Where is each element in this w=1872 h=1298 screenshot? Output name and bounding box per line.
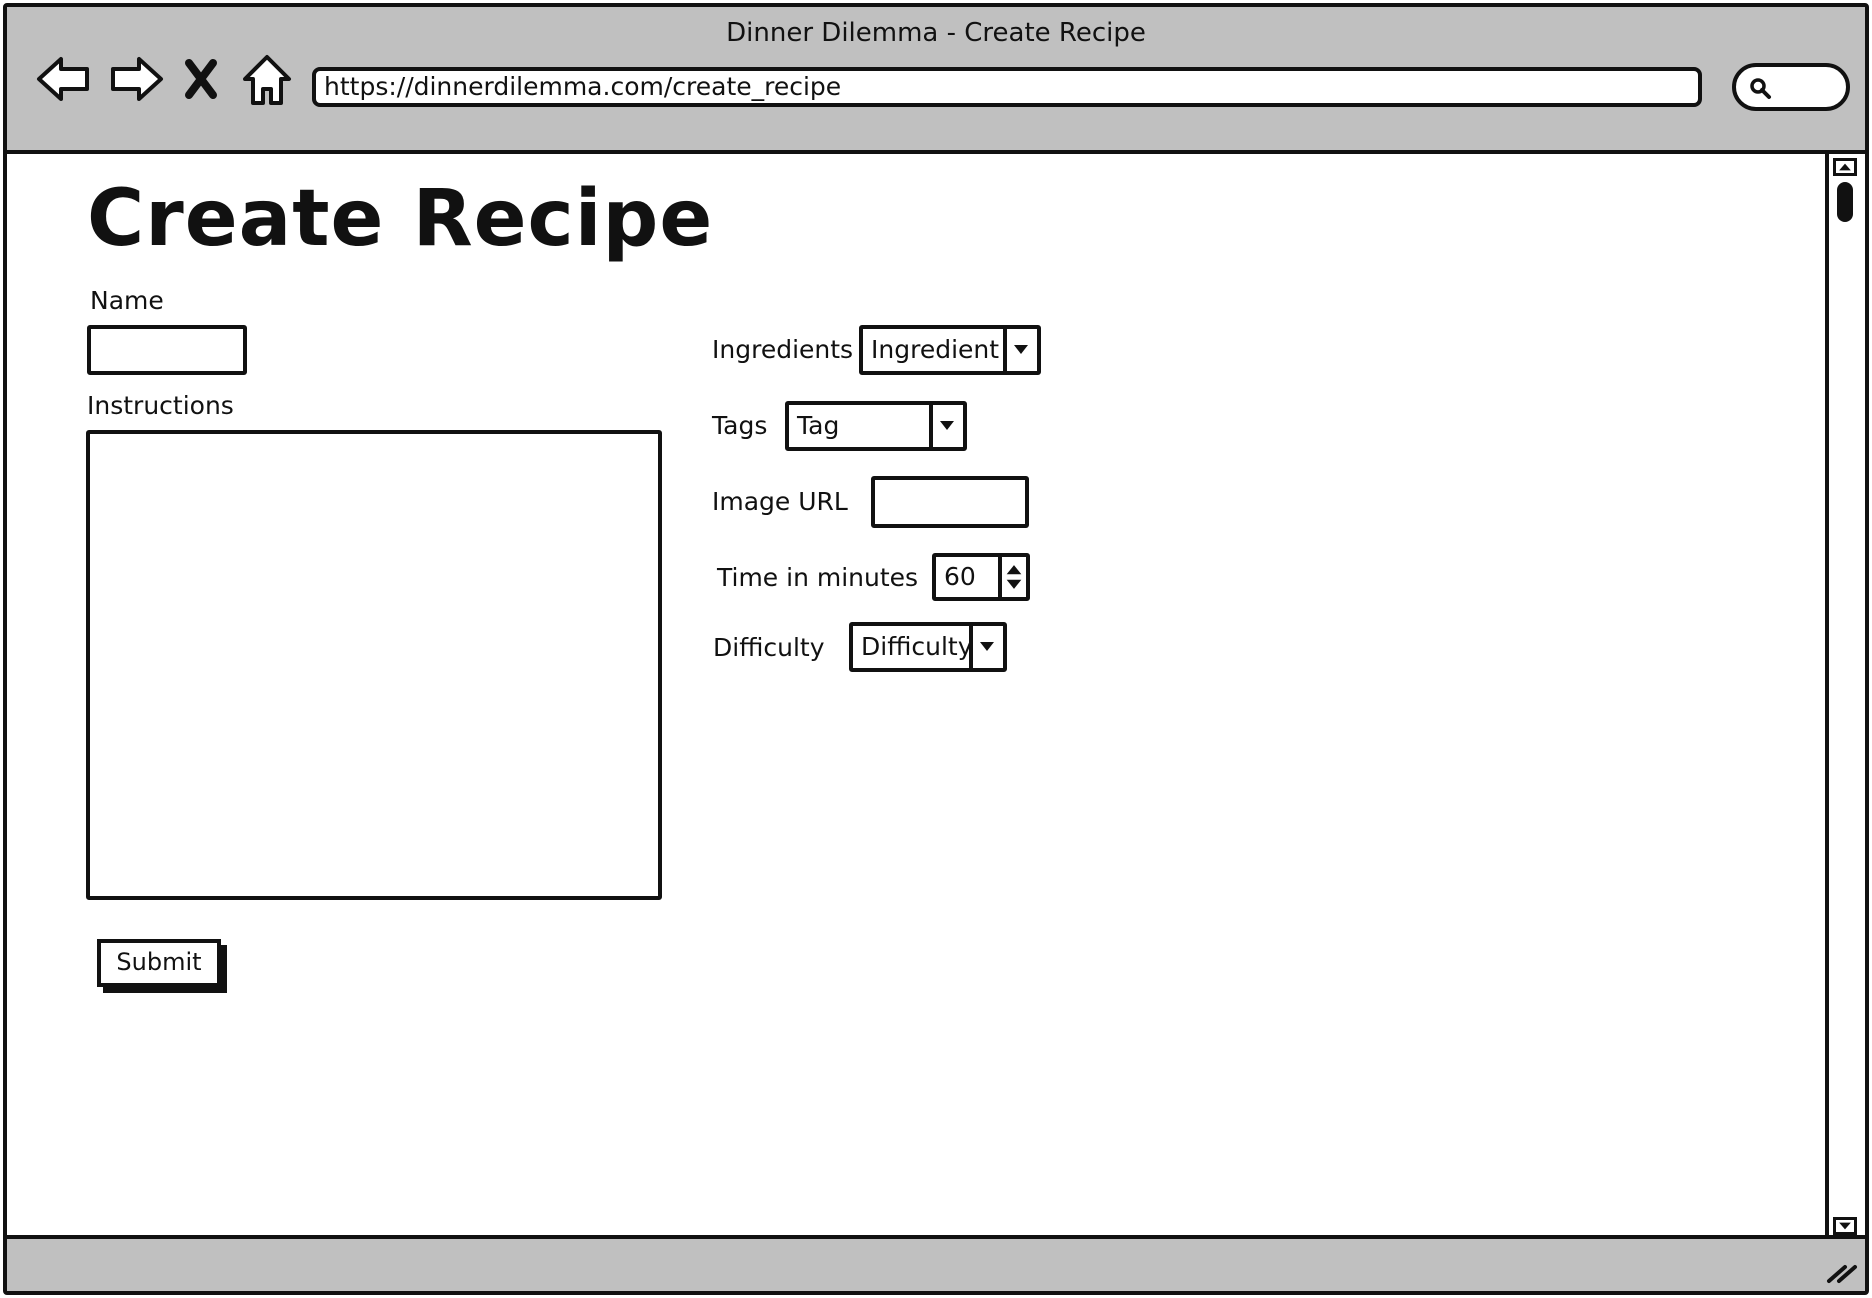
submit-button[interactable]: Submit bbox=[97, 939, 221, 987]
ingredients-label: Ingredients bbox=[712, 335, 854, 364]
difficulty-label: Difficulty bbox=[713, 633, 825, 662]
difficulty-select[interactable]: Difficulty bbox=[849, 622, 1007, 672]
search-icon bbox=[1750, 78, 1771, 99]
chevron-down-icon bbox=[940, 421, 954, 430]
increment-arrow-icon[interactable] bbox=[1006, 565, 1022, 575]
window-title: Dinner Dilemma - Create Recipe bbox=[726, 18, 1146, 48]
tags-selected-value: Tag bbox=[797, 411, 840, 440]
time-stepper-buttons[interactable] bbox=[998, 557, 1026, 597]
browser-window: Dinner Dilemma - Create Recipe https://d… bbox=[3, 3, 1869, 1295]
status-bar bbox=[7, 1235, 1865, 1291]
tags-dropdown-button[interactable] bbox=[929, 405, 963, 447]
instructions-textarea[interactable] bbox=[86, 430, 662, 900]
image-url-label: Image URL bbox=[712, 487, 848, 516]
time-stepper[interactable]: 60 bbox=[932, 553, 1030, 601]
instructions-label: Instructions bbox=[87, 391, 234, 420]
page-content: Create Recipe Name Instructions Submit I… bbox=[7, 154, 1825, 1239]
tags-label: Tags bbox=[712, 411, 768, 440]
scroll-up-button[interactable] bbox=[1833, 158, 1857, 176]
image-url-input[interactable] bbox=[871, 476, 1029, 528]
resize-grip-icon[interactable] bbox=[1823, 1255, 1859, 1285]
address-bar[interactable]: https://dinnerdilemma.com/create_recipe bbox=[312, 67, 1702, 107]
ingredients-select[interactable]: Ingredient bbox=[859, 325, 1041, 375]
close-icon[interactable] bbox=[179, 49, 223, 109]
back-arrow-icon[interactable] bbox=[33, 49, 93, 109]
difficulty-selected-value: Difficulty bbox=[861, 632, 973, 661]
chevron-down-icon bbox=[980, 642, 994, 651]
ingredients-dropdown-button[interactable] bbox=[1003, 329, 1037, 371]
name-input[interactable] bbox=[87, 325, 247, 375]
home-icon[interactable] bbox=[237, 49, 297, 109]
decrement-arrow-icon[interactable] bbox=[1006, 579, 1022, 589]
forward-arrow-icon[interactable] bbox=[107, 49, 167, 109]
browser-search-field[interactable] bbox=[1732, 63, 1850, 111]
difficulty-dropdown-button[interactable] bbox=[969, 626, 1003, 668]
vertical-scrollbar[interactable] bbox=[1825, 154, 1865, 1239]
page-title: Create Recipe bbox=[87, 174, 714, 264]
chevron-down-icon bbox=[1014, 345, 1028, 354]
browser-titlebar: Dinner Dilemma - Create Recipe https://d… bbox=[7, 7, 1865, 154]
ingredients-selected-value: Ingredient bbox=[871, 335, 1000, 364]
time-value: 60 bbox=[944, 562, 976, 591]
name-label: Name bbox=[90, 286, 164, 315]
tags-select[interactable]: Tag bbox=[785, 401, 967, 451]
scroll-down-button[interactable] bbox=[1833, 1217, 1857, 1235]
scrollbar-thumb[interactable] bbox=[1837, 182, 1853, 222]
time-label: Time in minutes bbox=[717, 563, 919, 592]
